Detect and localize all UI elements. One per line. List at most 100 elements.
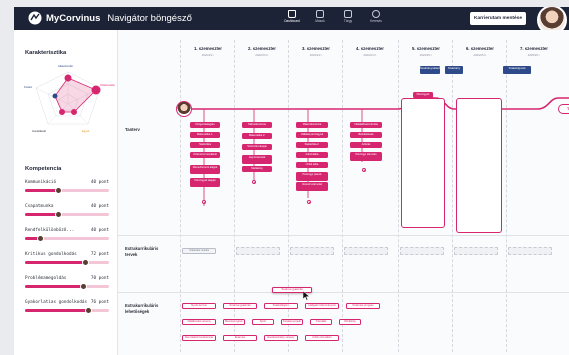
extra-option-chip[interactable]: Hallgatói önkormányzat (305, 303, 339, 309)
nav-dashboard[interactable]: Dashboard (284, 10, 300, 23)
skill-bar-fill (25, 261, 86, 264)
skill-name: Kommunikáció (25, 180, 57, 185)
course-chip[interactable]: Menedzsment alapjai (190, 165, 220, 174)
course-chip[interactable]: Üzleti kommunikáció (190, 152, 220, 158)
course-chip[interactable]: Vezetői számvitel (296, 182, 328, 191)
radar-label-top: Adatorientált (58, 65, 73, 68)
course-chip[interactable]: Adózás (350, 142, 382, 148)
skill-row[interactable]: Gyakorlatias gondolkodás 76 pont (25, 300, 109, 316)
course-chip[interactable]: Üzleti etika (296, 162, 328, 168)
semester-title: 4. szemeszter (356, 46, 384, 51)
semester-dates: 2023/24 I. (309, 53, 323, 57)
course-chip[interactable]: Pénzügyi elemzés (350, 152, 382, 161)
course-chip[interactable]: Jogi ismeretek (242, 155, 272, 164)
course-chip[interactable]: Matematika 2. (242, 133, 272, 139)
semester-header: 4. szemeszter 2023/24 II. (344, 46, 396, 57)
course-chip[interactable]: Statisztika (190, 142, 220, 148)
skill-name: Problémamegoldás (25, 276, 67, 281)
course-chip[interactable]: Statisztika 2. (296, 142, 328, 148)
extra-option-chip[interactable]: Nemzetközi konferencia (182, 335, 216, 341)
semester-dates: 2024/25 II. (473, 53, 487, 57)
skill-level-knob[interactable] (80, 283, 88, 290)
brand-name: MyCorvinus (46, 12, 101, 24)
course-chip[interactable]: Közgazdaságtan (190, 122, 220, 128)
row-label-extra-plans: Extrakurrikuláris tervek (125, 246, 159, 257)
empty-plan-slot[interactable] (344, 247, 388, 255)
semester-header: 2. szemeszter 2022/23 II. (236, 46, 288, 57)
add-course-dot[interactable] (307, 200, 311, 204)
skill-level-knob[interactable] (85, 307, 93, 314)
extra-option-chip[interactable]: Mentorprogram (223, 319, 245, 325)
nav-label: Keresés (370, 19, 382, 23)
characteristics-title: Karakterisztika (25, 50, 67, 56)
course-chip[interactable]: Makroökonómia (296, 122, 328, 128)
home-icon (288, 10, 296, 18)
course-chip[interactable]: Befektetések (350, 132, 382, 138)
course-chip[interactable]: Vállalati pénzügyek (296, 132, 328, 138)
end-goal-pill[interactable]: Tan (558, 104, 569, 114)
file-icon (344, 10, 352, 18)
skill-level-knob[interactable] (55, 211, 63, 218)
extra-option-chip[interactable]: Workshop (339, 319, 361, 325)
nav-others[interactable]: Mások (312, 10, 328, 23)
nav-subjects[interactable]: Tárgy (340, 10, 356, 23)
extra-option-chip[interactable]: Erasmus (223, 335, 257, 341)
course-chip[interactable]: Mikroökonómia (242, 122, 272, 128)
empty-plan-slot[interactable] (454, 247, 498, 255)
add-course-dot[interactable] (362, 168, 366, 172)
course-chip[interactable]: Informatika (296, 152, 328, 158)
extra-option-chip[interactable]: Önkéntes program (346, 303, 380, 309)
extra-plan-chip[interactable]: Önkéntes munka (182, 248, 216, 254)
course-chip[interactable]: Marketing (242, 166, 272, 172)
extra-option-chip[interactable]: Üzleti szimuláció (305, 335, 339, 341)
competence-title: Kompetencia (25, 166, 62, 172)
empty-plan-slot[interactable] (236, 247, 280, 255)
course-chip[interactable]: Pénzügyi piacok (296, 172, 328, 181)
course-chip[interactable]: Vállalatfinanszírozás (350, 122, 382, 128)
skill-row[interactable]: Csapatmunka 40 pont (25, 204, 109, 220)
skill-points: 40 pont (90, 204, 109, 209)
search-icon (372, 10, 380, 18)
empty-plan-slot[interactable] (400, 247, 444, 255)
skill-level-knob[interactable] (82, 259, 89, 266)
brand[interactable]: MyCorvinus Navigátor böngésző (28, 11, 192, 25)
career-board: 1. szemeszter 2022/23 I. 2. szemeszter 2022… (118, 30, 569, 355)
add-course-dot[interactable] (202, 200, 206, 204)
empty-plan-slot[interactable] (508, 247, 552, 255)
extra-option-chip[interactable]: Nyelvi kurzus (182, 303, 216, 309)
save-career-button[interactable]: Karrierutam mentése (470, 12, 526, 25)
skill-row[interactable]: Kritikus gondolkodás 72 pont (25, 252, 109, 268)
app-window: MyCorvinus Navigátor böngésző Dashboard … (14, 7, 569, 355)
skill-name: Rendfelkülönböző... (25, 228, 75, 233)
skill-row[interactable]: Rendfelkülönböző... 40 pont (25, 228, 109, 244)
skill-level-knob[interactable] (36, 235, 44, 242)
add-course-dot[interactable] (252, 180, 256, 184)
semester-tag: Szakdolgozat (503, 66, 531, 74)
extra-option-chip[interactable]: Vállalkozási verseny (182, 319, 216, 325)
extra-option-chip[interactable]: Kutatási projekt (281, 319, 303, 325)
skill-level-knob[interactable] (55, 187, 63, 194)
nav-label: Tárgy (343, 19, 353, 23)
row-separator (118, 235, 569, 236)
course-chip[interactable]: Pénzügyek alapjai (190, 178, 220, 187)
course-chip[interactable]: Matematika 1. (190, 132, 220, 138)
extra-option-chip[interactable]: Tutorálás (310, 319, 332, 325)
skill-row[interactable]: Problémamegoldás 70 pont (25, 276, 109, 292)
extra-option-chip[interactable]: Szakmai gyakorlat (223, 303, 257, 309)
semester-title: 7. szemeszter (520, 46, 548, 51)
nav-search[interactable]: Keresés (368, 10, 384, 23)
specialization-box[interactable] (401, 98, 445, 228)
skill-row[interactable]: Kommunikáció 40 pont (25, 180, 109, 196)
top-bar: MyCorvinus Navigátor böngésző Dashboard … (14, 7, 569, 35)
radar-chart (35, 71, 101, 125)
course-chip[interactable]: Számvitel alapjai (242, 144, 272, 150)
radar-label-left: Kreatív (24, 86, 33, 89)
specialization-box[interactable] (456, 98, 502, 233)
skill-bar-fill (25, 309, 89, 312)
empty-plan-slot[interactable] (290, 247, 334, 255)
extra-option-chip[interactable]: Sport (252, 319, 274, 325)
extra-option-chip[interactable]: Szakkollégium (264, 303, 298, 309)
semester-column-divider (180, 40, 181, 352)
extra-option-chip[interactable]: Esettanulmány verseny (264, 335, 298, 341)
skill-points: 76 pont (90, 300, 109, 305)
